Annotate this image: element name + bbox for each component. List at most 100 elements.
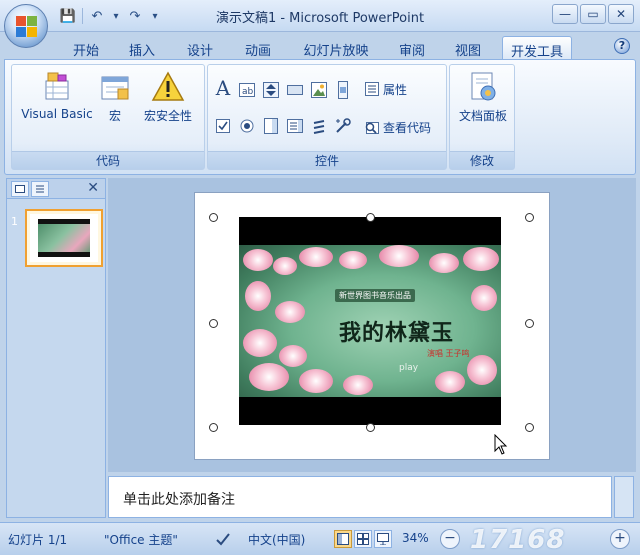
zoom-out-button[interactable]: − <box>440 529 460 549</box>
spin-control-icon[interactable] <box>262 81 280 99</box>
selection-handle-top-left[interactable] <box>209 213 218 222</box>
tab-view[interactable]: 视图 <box>446 36 490 60</box>
group-controls: A ab 属性 查看代码 控件 <box>207 64 447 170</box>
tab-review[interactable]: 审阅 <box>390 36 434 60</box>
more-controls-icon[interactable] <box>334 117 352 135</box>
combobox-control-icon[interactable] <box>262 117 280 135</box>
selection-handle-bottom-right[interactable] <box>525 423 534 432</box>
group-modify: 文档面板 修改 <box>449 64 515 170</box>
notes-pane[interactable]: 单击此处添加备注 <box>108 476 612 518</box>
spell-check-icon[interactable] <box>214 530 232 548</box>
video-play-label: play <box>399 363 419 373</box>
tab-animations[interactable]: 动画 <box>236 36 280 60</box>
label-control-icon[interactable]: A <box>214 76 232 100</box>
macro-security-button[interactable]: 宏安全性 <box>136 71 200 124</box>
zoom-in-button[interactable]: + <box>610 529 630 549</box>
macros-icon <box>98 71 132 103</box>
slides-tab-icon[interactable] <box>11 181 29 197</box>
selection-handle-top-right[interactable] <box>525 213 534 222</box>
toggle-button-control-icon[interactable] <box>310 117 328 135</box>
slides-pane-tabs: ✕ <box>7 179 105 199</box>
listbox-control-icon[interactable] <box>286 117 304 135</box>
selection-handle-left[interactable] <box>209 319 218 328</box>
blossom-decoration <box>435 371 465 393</box>
slide-editing-area: 新世界图书音乐出品 我的林黛玉 演唱 王子鸣 play <box>108 178 636 472</box>
selection-handle-top[interactable] <box>366 213 375 222</box>
blossom-decoration <box>299 369 333 393</box>
blossom-decoration <box>299 247 333 267</box>
macros-button[interactable]: 宏 <box>98 71 132 124</box>
slide-sorter-view-button[interactable] <box>354 530 372 548</box>
blossom-decoration <box>273 257 297 275</box>
visual-basic-icon <box>40 71 74 103</box>
view-code-icon <box>365 122 379 134</box>
tab-developer[interactable]: 开发工具 <box>502 36 572 60</box>
normal-view-button[interactable] <box>334 530 352 548</box>
tab-slide-show[interactable]: 幻灯片放映 <box>294 36 378 60</box>
slide-thumbnail-content <box>30 214 98 262</box>
blossom-decoration <box>249 363 289 391</box>
office-button[interactable] <box>4 4 48 48</box>
blossom-decoration <box>279 345 307 367</box>
maximize-button[interactable]: ▭ <box>580 4 606 24</box>
status-bar: 幻灯片 1/1 "Office 主题" 中文(中国) 34% − 17168 + <box>0 522 640 555</box>
thumbnail-video-image <box>38 224 90 252</box>
blossom-decoration <box>471 285 497 311</box>
textbox-control-icon[interactable]: ab <box>238 81 256 99</box>
video-frame: 新世界图书音乐出品 我的林黛玉 演唱 王子鸣 play <box>239 245 501 397</box>
warning-icon <box>151 71 185 103</box>
notes-scrollbar[interactable] <box>614 476 634 518</box>
group-code: Visual Basic 宏 宏安全性 代码 <box>11 64 205 170</box>
slide-show-view-button[interactable] <box>374 530 392 548</box>
scrollbar-control-icon[interactable] <box>334 81 352 99</box>
tab-design[interactable]: 设计 <box>178 36 222 60</box>
group-code-label: 代码 <box>12 151 204 169</box>
site-watermark: 17168 <box>470 525 566 555</box>
tab-insert[interactable]: 插入 <box>120 36 164 60</box>
button-control-icon[interactable] <box>286 81 304 99</box>
slide-thumbnail[interactable] <box>25 209 103 267</box>
visual-basic-button[interactable]: Visual Basic <box>18 71 96 121</box>
image-control-icon[interactable] <box>310 81 328 99</box>
outline-tab-icon[interactable] <box>31 181 49 197</box>
group-modify-label: 修改 <box>450 151 514 169</box>
view-code-button[interactable]: 查看代码 <box>364 117 431 137</box>
pane-close-icon[interactable]: ✕ <box>87 180 99 196</box>
blossom-decoration <box>429 253 459 273</box>
help-icon[interactable]: ? <box>614 38 630 54</box>
notes-placeholder: 单击此处添加备注 <box>123 492 235 508</box>
blossom-decoration <box>379 245 419 267</box>
tab-home[interactable]: 开始 <box>64 36 108 60</box>
properties-button[interactable]: 属性 <box>364 79 407 99</box>
blossom-decoration <box>339 251 367 269</box>
properties-label: 属性 <box>383 82 408 97</box>
document-panel-icon <box>466 71 500 103</box>
selection-handle-right[interactable] <box>525 319 534 328</box>
video-subtitle: 新世界图书音乐出品 <box>335 289 415 302</box>
slides-pane: ✕ 1 <box>6 178 106 518</box>
svg-text:ab: ab <box>242 87 254 97</box>
blossom-decoration <box>245 281 271 311</box>
status-zoom: 34% <box>402 531 429 545</box>
mouse-cursor-icon <box>494 434 508 455</box>
minimize-button[interactable]: — <box>552 4 578 24</box>
video-credit: 演唱 王子鸣 <box>427 349 470 358</box>
visual-basic-label: Visual Basic <box>21 107 93 121</box>
office-logo-icon <box>16 16 38 38</box>
ribbon: Visual Basic 宏 宏安全性 代码 A ab 属性 查看代码 控件 文… <box>4 59 636 175</box>
blossom-decoration <box>275 301 305 323</box>
checkbox-control-icon[interactable] <box>214 117 232 135</box>
status-slide-count: 幻灯片 1/1 <box>8 533 68 547</box>
close-button[interactable]: ✕ <box>608 4 634 24</box>
status-language: 中文(中国) <box>248 533 306 547</box>
video-object[interactable]: 新世界图书音乐出品 我的林黛玉 演唱 王子鸣 play <box>239 217 501 425</box>
selection-handle-bottom[interactable] <box>366 423 375 432</box>
thumbnail-video <box>38 219 90 257</box>
slide-canvas[interactable]: 新世界图书音乐出品 我的林黛玉 演唱 王子鸣 play <box>194 192 550 460</box>
blossom-decoration <box>463 247 499 271</box>
option-button-control-icon[interactable] <box>238 117 256 135</box>
blossom-decoration <box>243 329 277 357</box>
document-panel-button[interactable]: 文档面板 <box>452 71 514 124</box>
video-title: 我的林黛玉 <box>339 320 455 346</box>
selection-handle-bottom-left[interactable] <box>209 423 218 432</box>
